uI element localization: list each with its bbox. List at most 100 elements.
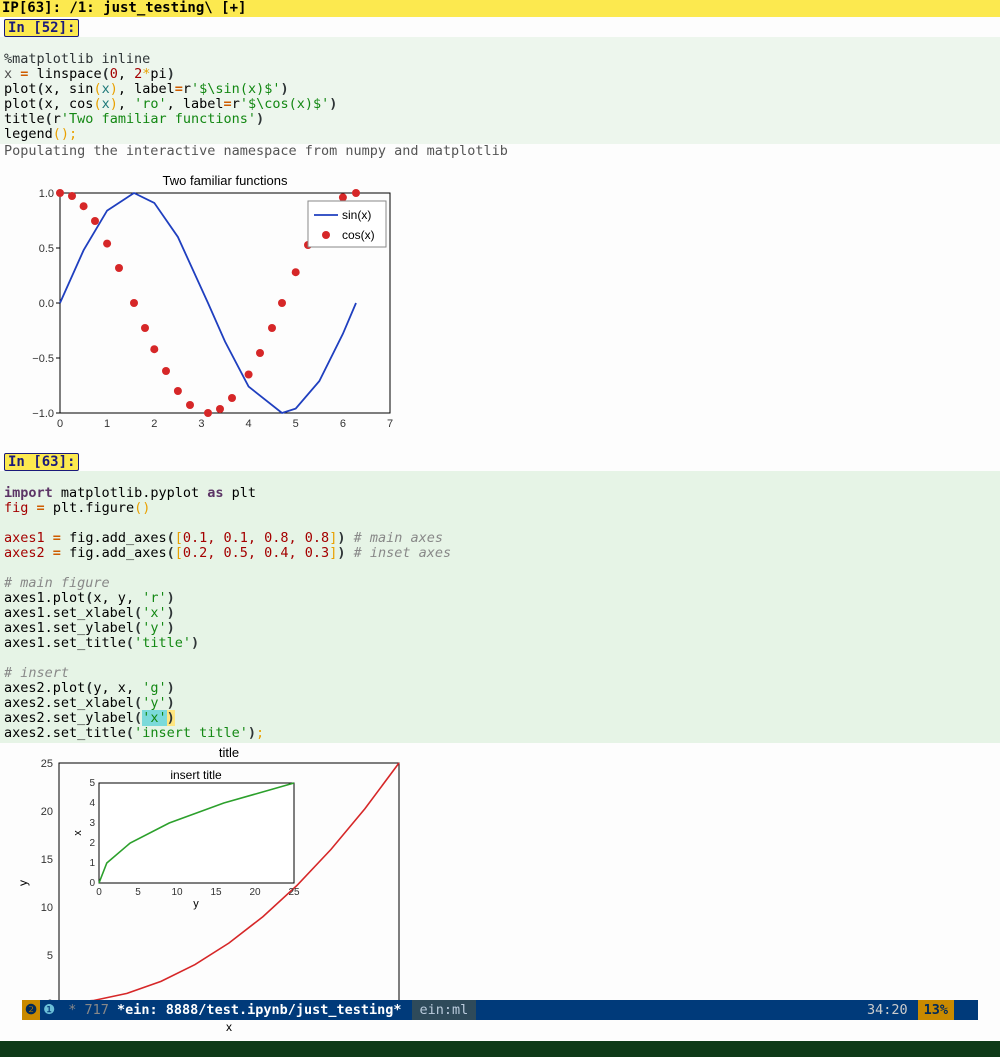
svg-text:0: 0 — [96, 887, 102, 898]
fn-cos: cos — [69, 96, 93, 112]
alias-plt: plt — [232, 485, 256, 501]
kw-label2: label — [183, 96, 224, 112]
notebook-buffer[interactable]: In [52]: %matplotlib inline x = linspace… — [0, 17, 1000, 1041]
chart2-xlabel: x — [226, 1020, 232, 1033]
legend-sin: sin(x) — [342, 208, 371, 222]
modeline-size: 717 — [85, 1002, 109, 1018]
modeline-scroll-pct: 13% — [918, 1000, 954, 1020]
modeline-modified-star: * — [68, 1002, 76, 1018]
a1-xlabel: axes1.set_xlabel — [4, 605, 134, 621]
num-0: 0 — [110, 66, 118, 82]
cmt-insert: # insert — [4, 665, 69, 681]
chart-two-familiar: Two familiar functions 1.0 0.5 0.0 −0.5 … — [4, 171, 399, 435]
cell-prompt-63: In [63]: — [4, 453, 79, 471]
svg-text:6: 6 — [340, 418, 346, 430]
a2-xlabel: axes2.set_xlabel — [4, 695, 134, 711]
svg-text:10: 10 — [171, 887, 183, 898]
fn-sin: sin — [69, 81, 93, 97]
svg-text:20: 20 — [41, 806, 53, 818]
args-yx: y, x — [93, 680, 126, 696]
a2-ylabel: axes2.set_ylabel — [4, 710, 134, 726]
inset-title: insert title — [170, 768, 222, 782]
svg-text:15: 15 — [41, 854, 53, 866]
svg-text:3: 3 — [198, 418, 204, 430]
a2-plot: axes2.plot — [4, 680, 85, 696]
svg-text:4: 4 — [246, 418, 252, 430]
str-title: 'Two familiar functions' — [61, 111, 256, 127]
chart2-title: title — [219, 745, 239, 760]
svg-text:5: 5 — [135, 887, 141, 898]
svg-text:−0.5: −0.5 — [32, 353, 54, 365]
str-sin: '$\sin(x)$' — [191, 81, 280, 97]
svg-text:25: 25 — [41, 758, 53, 770]
fn-add-axes2: fig.add_axes — [69, 545, 167, 561]
str-cos: '$\cos(x)$' — [240, 96, 329, 112]
var-x: x — [4, 66, 12, 82]
a2-title: axes2.set_title — [4, 725, 126, 741]
fn-linspace: linspace — [37, 66, 102, 82]
var-fig: fig — [4, 500, 28, 516]
modeline-buffer-name[interactable]: *ein: 8888/test.ipynb/just_testing* — [117, 1000, 401, 1020]
str-r: 'r' — [142, 590, 166, 606]
svg-text:0: 0 — [57, 418, 63, 430]
kw-label1: label — [134, 81, 175, 97]
svg-text:5: 5 — [293, 418, 299, 430]
mode-line[interactable]: ❷❶ * 717 *ein: 8888/test.ipynb/just_test… — [22, 1000, 978, 1020]
emacs-frame: IP[63]: /1: just_testing\ [+] In [52]: %… — [0, 0, 1000, 1041]
inset-xlabel: y — [193, 898, 199, 910]
svg-text:1: 1 — [104, 418, 110, 430]
cmt-inset: # inset axes — [354, 545, 452, 561]
str-title2: 'title' — [134, 635, 191, 651]
kw-import: import — [4, 485, 53, 501]
cell-code-63[interactable]: import matplotlib.pyplot as plt fig = pl… — [0, 471, 1000, 743]
svg-text:5: 5 — [47, 950, 53, 962]
svg-text:3: 3 — [89, 818, 95, 829]
var-axes1: axes1 — [4, 530, 45, 546]
cell-prompt-52: In [52]: — [4, 19, 79, 37]
kw-as: as — [207, 485, 223, 501]
fn-plot1: plot — [4, 81, 37, 97]
str-ititle: 'insert title' — [134, 725, 248, 741]
chart-legend: sin(x) cos(x) — [308, 201, 386, 247]
cell-code-52[interactable]: %matplotlib inline x = linspace(0, 2*pi)… — [0, 37, 1000, 144]
fn-add-axes1: fig.add_axes — [69, 530, 167, 546]
svg-text:0: 0 — [89, 878, 95, 889]
str-y1: 'y' — [142, 620, 166, 636]
args-inset: 0.2, 0.5, 0.4, 0.3 — [183, 545, 329, 561]
str-x1: 'x' — [142, 605, 166, 621]
svg-text:5: 5 — [89, 778, 95, 789]
inset-ylabel: x — [72, 830, 84, 836]
svg-text:15: 15 — [210, 887, 222, 898]
svg-text:1: 1 — [89, 858, 95, 869]
var-axes2: axes2 — [4, 545, 45, 561]
svg-text:1.0: 1.0 — [39, 188, 54, 200]
a1-ylabel: axes1.set_ylabel — [4, 620, 134, 636]
svg-text:2: 2 — [151, 418, 157, 430]
svg-text:20: 20 — [249, 887, 261, 898]
str-ro: 'ro' — [134, 96, 167, 112]
args-xy: x, y — [93, 590, 126, 606]
svg-text:4: 4 — [89, 798, 95, 809]
cell-output-figure-63: title 0 5 10 15 20 25 0 1 2 — [0, 743, 1000, 1041]
str-g: 'g' — [142, 680, 166, 696]
svg-text:2: 2 — [89, 838, 95, 849]
modeline-badge-left: ❷ — [22, 1000, 40, 1020]
cell-output-text-52: Populating the interactive namespace fro… — [0, 144, 1000, 159]
const-pi: pi — [150, 66, 166, 82]
fn-plot2: plot — [4, 96, 37, 112]
legend-cos: cos(x) — [342, 228, 375, 242]
args-main: 0.1, 0.1, 0.8, 0.8 — [183, 530, 329, 546]
chart-title-inset: title 0 5 10 15 20 25 0 1 2 — [4, 743, 424, 1033]
chart-title: Two familiar functions — [163, 173, 288, 188]
str-y2: 'y' — [142, 695, 166, 711]
svg-text:−1.0: −1.0 — [32, 408, 54, 420]
modeline-cursor-pos: 34:20 — [867, 1000, 918, 1020]
svg-text:0.0: 0.0 — [39, 298, 54, 310]
fn-figure: plt.figure — [53, 500, 134, 516]
modeline-major-mode[interactable]: ein:ml — [412, 1000, 477, 1020]
magic-inline: %matplotlib inline — [4, 51, 150, 67]
svg-text:7: 7 — [387, 418, 393, 430]
cmt-main: # main axes — [354, 530, 443, 546]
a1-title: axes1.set_title — [4, 635, 126, 651]
tab-bar[interactable]: IP[63]: /1: just_testing\ [+] — [0, 0, 1000, 17]
